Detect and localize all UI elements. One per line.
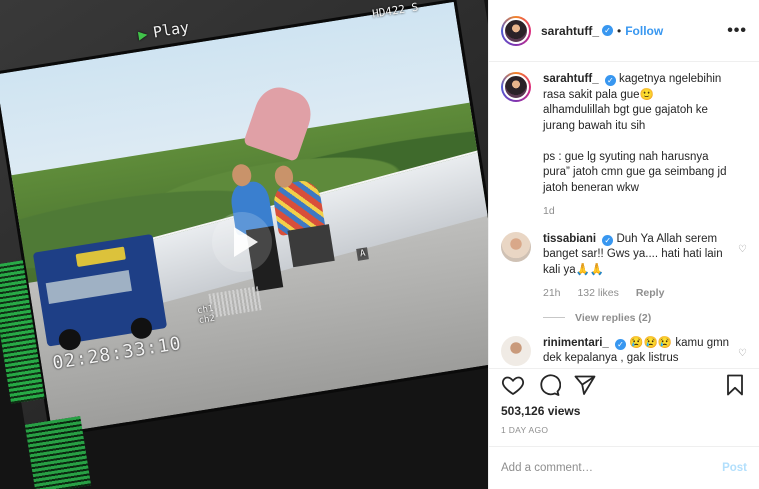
verified-badge-icon: ✓ xyxy=(602,234,614,246)
heart-icon[interactable] xyxy=(501,373,525,397)
comment-heart-icon[interactable]: ♡ xyxy=(738,244,747,255)
comment-age[interactable]: 21h xyxy=(543,287,561,299)
post-date[interactable]: 1 DAY AGO xyxy=(501,425,548,435)
avatar[interactable] xyxy=(501,335,531,366)
comment-heart-icon[interactable]: ♡ xyxy=(738,348,747,359)
caption-line-3: ps : gue lg syuting nah harusnya pura” j… xyxy=(543,150,727,194)
osd-a-label: A xyxy=(356,247,370,261)
follow-button[interactable]: Follow xyxy=(625,24,663,38)
more-icon[interactable]: ••• xyxy=(727,22,747,40)
action-bar xyxy=(489,368,759,400)
header-username[interactable]: sarahtuff_ xyxy=(541,24,599,38)
truck-windshield xyxy=(45,270,132,305)
osd-channels-label: ch1 ch2 xyxy=(196,303,216,327)
verified-badge-icon: ✓ xyxy=(615,338,627,350)
avatar[interactable] xyxy=(501,15,531,46)
comment-input[interactable] xyxy=(501,462,723,474)
comment-icon[interactable] xyxy=(537,373,561,397)
comment-bar: Post xyxy=(489,446,759,489)
bookmark-icon[interactable] xyxy=(723,373,747,397)
play-icon[interactable] xyxy=(212,212,272,272)
post-panel: sarahtuff_ ✓ • Follow ••• sarahtuff_ ✓ k… xyxy=(488,0,759,489)
truck-sign xyxy=(75,246,126,267)
comment-item: tissabiani ✓ Duh Ya Allah serem banget s… xyxy=(501,231,747,302)
reply-button[interactable]: Reply xyxy=(636,287,665,299)
caption-age[interactable]: 1d xyxy=(543,205,555,217)
header-separator: • xyxy=(617,23,622,38)
verified-badge-icon: ✓ xyxy=(602,25,614,36)
truck xyxy=(33,233,167,352)
avatar[interactable] xyxy=(501,231,531,262)
comment-likes[interactable]: 132 likes xyxy=(577,287,618,299)
caption-username[interactable]: sarahtuff_ xyxy=(543,73,599,85)
person-floral-legs xyxy=(287,224,335,267)
comment-item: rinimentari_ ✓ 😢😢😢 kamu gmn dek kepalany… xyxy=(501,335,747,367)
post-button[interactable]: Post xyxy=(722,462,747,474)
verified-badge-icon: ✓ xyxy=(604,75,616,86)
view-replies-button[interactable]: View replies (2) xyxy=(543,312,747,324)
caption: sarahtuff_ ✓ kagetnya ngelebihin rasa sa… xyxy=(501,72,747,220)
share-icon[interactable] xyxy=(573,373,597,397)
comment-username[interactable]: rinimentari_ xyxy=(543,337,609,349)
caption-line-2: alhamdulillah bgt gue gajatoh ke jurang … xyxy=(543,104,708,132)
view-count[interactable]: 503,126 views xyxy=(501,404,580,418)
post-header: sarahtuff_ ✓ • Follow ••• xyxy=(489,0,759,62)
audio-meter-bottom xyxy=(24,416,92,489)
avatar[interactable] xyxy=(501,72,531,102)
comments-list[interactable]: sarahtuff_ ✓ kagetnya ngelebihin rasa sa… xyxy=(489,62,759,368)
comment-username[interactable]: tissabiani xyxy=(543,233,596,245)
post-media[interactable]: Play HD422 S ch1 ch2 A 02:28:33:10 xyxy=(0,0,488,489)
